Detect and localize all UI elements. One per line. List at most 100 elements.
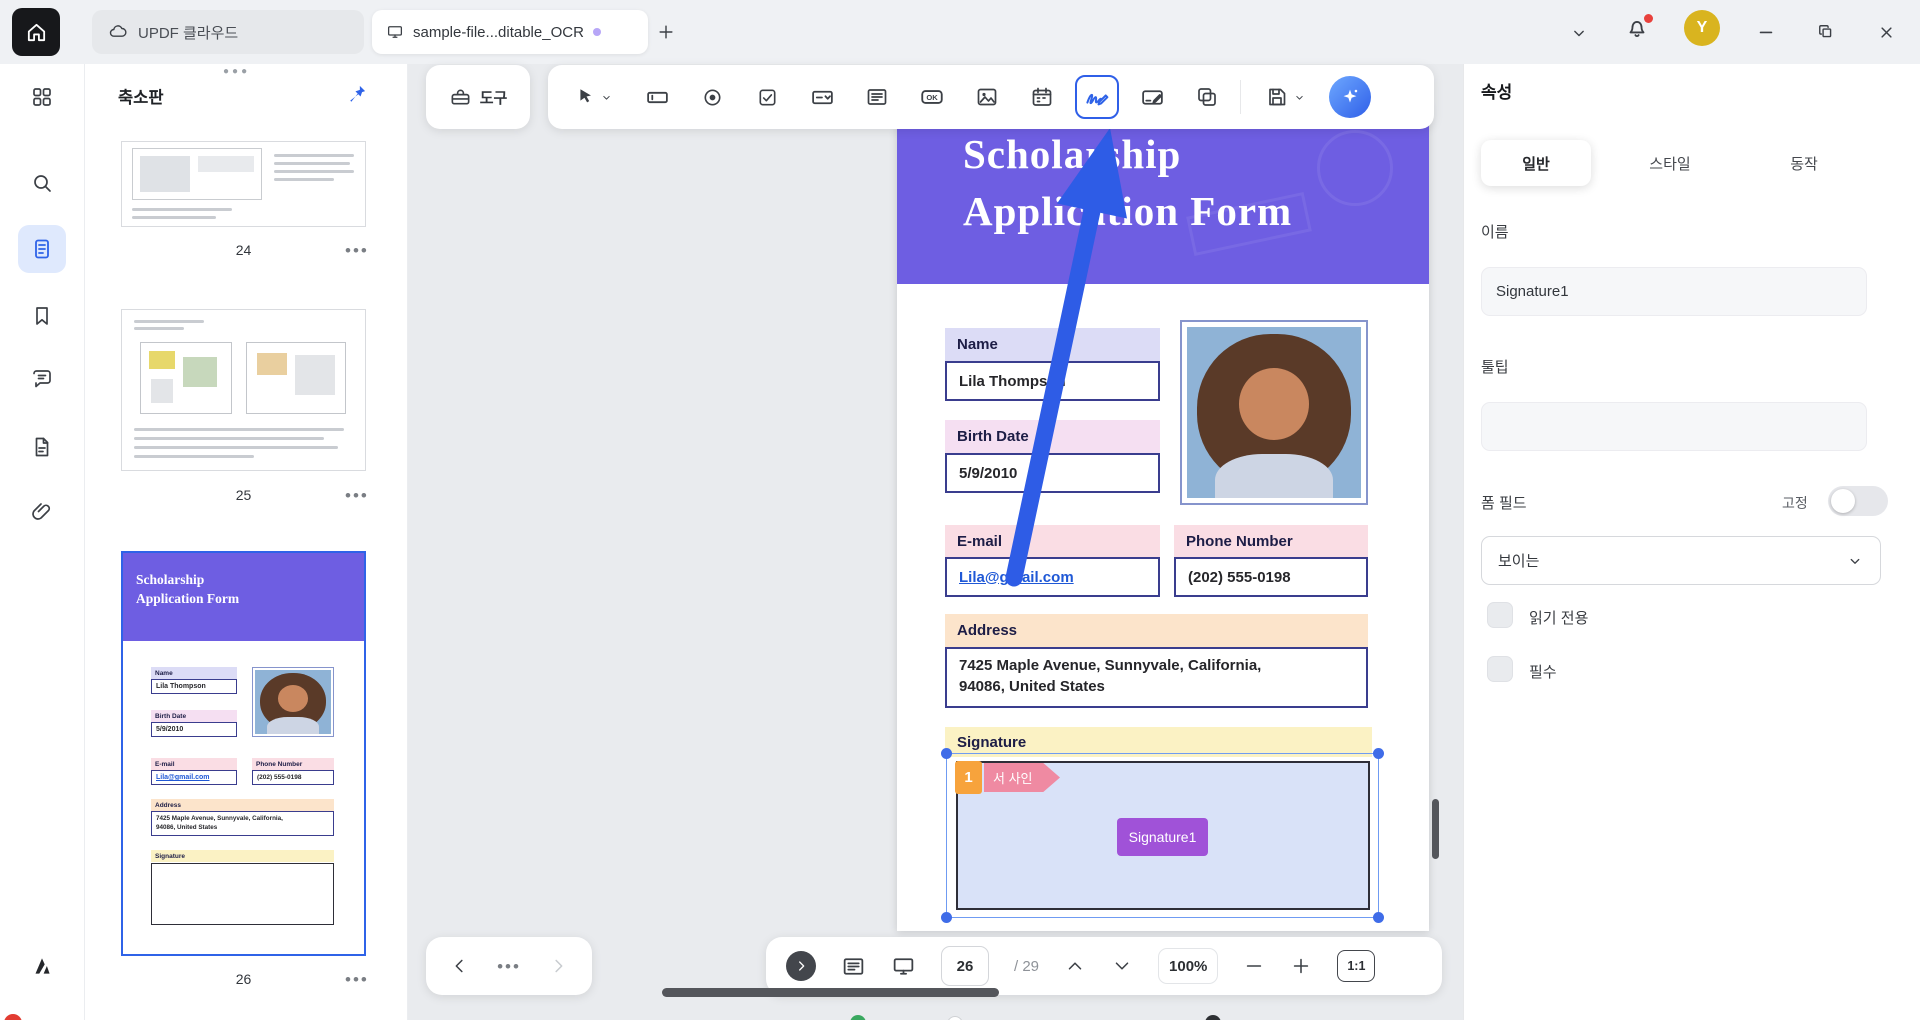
thumbnail-image-selected[interactable]: Scholarship Application Form Name Lila T… — [121, 551, 366, 956]
thumbnail-page-number: 25 — [235, 487, 252, 503]
checkbox-tool[interactable] — [745, 75, 789, 119]
thumbnail-image[interactable] — [121, 309, 366, 471]
field-name-input[interactable] — [1481, 267, 1867, 316]
resize-handle-ne[interactable] — [1373, 748, 1384, 759]
tab-document[interactable]: sample-file...ditable_OCR — [372, 10, 648, 54]
resize-handle-nw[interactable] — [941, 748, 952, 759]
vertical-scrollbar[interactable] — [1432, 799, 1439, 859]
fixed-toggle[interactable] — [1828, 486, 1888, 516]
required-checkbox[interactable] — [1487, 656, 1513, 682]
combo-box-tool[interactable] — [800, 75, 844, 119]
tab-general[interactable]: 일반 — [1481, 140, 1591, 186]
expand-pager-button[interactable] — [786, 951, 816, 981]
tab-cloud[interactable]: UPDF 클라우드 — [92, 10, 364, 54]
horizontal-scrollbar[interactable] — [662, 988, 999, 997]
home-button[interactable] — [12, 8, 60, 56]
app-logo-icon — [35, 958, 50, 974]
text-field-icon — [646, 91, 668, 103]
name-field[interactable]: Lila Thompson — [945, 361, 1160, 401]
sign-document-tool[interactable] — [1130, 75, 1174, 119]
push-button-tool[interactable]: OK — [910, 75, 954, 119]
rail-thumbnails-button[interactable] — [18, 225, 66, 273]
tabs-overflow-button[interactable] — [1566, 20, 1592, 46]
save-tool[interactable] — [1252, 75, 1318, 119]
ai-assistant-button[interactable] — [1329, 76, 1371, 118]
checkbox-icon — [758, 88, 776, 106]
zoom-level[interactable]: 100% — [1158, 948, 1219, 984]
thumbnail-menu-button[interactable]: ••• — [345, 487, 369, 504]
tab-document-label: sample-file...ditable_OCR — [413, 23, 584, 41]
date-field-tool[interactable] — [1020, 75, 1064, 119]
rail-document-button[interactable] — [18, 423, 66, 471]
minimize-button[interactable] — [1750, 16, 1782, 48]
rail-search-button[interactable] — [18, 159, 66, 207]
previous-page-button[interactable] — [1064, 955, 1086, 977]
forward-icon[interactable] — [547, 955, 569, 977]
rail-comments-button[interactable] — [18, 355, 66, 403]
visibility-value: 보이는 — [1498, 553, 1540, 570]
visibility-dropdown[interactable]: 보이는 — [1481, 536, 1881, 585]
titlebar: UPDF 클라우드 sample-file...ditable_OCR Y — [0, 0, 1920, 64]
thumbnail-menu-button[interactable]: ••• — [345, 242, 369, 259]
resize-handle-sw[interactable] — [941, 912, 952, 923]
presentation-mode-button[interactable] — [891, 954, 916, 979]
avatar[interactable]: Y — [1684, 10, 1720, 46]
name-label: Name — [945, 328, 1160, 361]
actual-size-button[interactable]: 1:1 — [1337, 950, 1376, 982]
resize-handle-se[interactable] — [1373, 912, 1384, 923]
toolbar-divider — [1240, 80, 1241, 114]
readonly-checkbox[interactable] — [1487, 602, 1513, 628]
properties-title: 속성 — [1481, 83, 1513, 102]
field-tooltip-input[interactable] — [1481, 402, 1867, 451]
mini-photo — [252, 667, 334, 737]
next-page-button[interactable] — [1111, 955, 1133, 977]
radio-button-tool[interactable] — [690, 75, 734, 119]
email-field[interactable]: Lila@gmail.com — [945, 557, 1160, 597]
text-field-tool[interactable] — [635, 75, 679, 119]
back-icon[interactable] — [449, 955, 471, 977]
restore-button[interactable] — [1810, 16, 1842, 48]
tab-action[interactable]: 동작 — [1749, 140, 1859, 186]
zoom-in-button[interactable] — [1290, 955, 1312, 977]
thumbnail-menu-button[interactable]: ••• — [345, 971, 369, 988]
address-field[interactable]: 7425 Maple Avenue, Sunnyvale, California… — [945, 647, 1368, 708]
new-tab-button[interactable] — [654, 20, 678, 44]
phone-field[interactable]: (202) 555-0198 — [1174, 557, 1368, 597]
thumbnail-image[interactable] — [121, 141, 366, 227]
close-button[interactable] — [1870, 16, 1902, 48]
form-field-list-button[interactable] — [841, 954, 866, 979]
cursor-icon — [579, 89, 591, 103]
notifications-button[interactable] — [1624, 14, 1654, 44]
tab-style[interactable]: 스타일 — [1615, 140, 1725, 186]
pin-panel-button[interactable] — [340, 78, 372, 110]
select-tool[interactable] — [562, 75, 624, 119]
push-button-icon: OK — [921, 90, 943, 104]
notification-dot — [1644, 14, 1653, 23]
rail-apps-button[interactable] — [18, 73, 66, 121]
rail-attachments-button[interactable] — [18, 488, 66, 536]
page-number-input[interactable]: 26 — [941, 946, 989, 986]
rail-bookmarks-button[interactable] — [18, 292, 66, 340]
signature-field-tool[interactable] — [1075, 75, 1119, 119]
applicant-photo — [1180, 320, 1368, 505]
image-field-tool[interactable] — [965, 75, 1009, 119]
mini-email-value: Lila@gmail.com — [151, 770, 237, 785]
mini-email-label: E-mail — [151, 758, 237, 770]
paperclip-icon — [32, 503, 51, 520]
monitor-icon — [387, 26, 403, 38]
rail-app-logo-button[interactable] — [18, 942, 66, 990]
toggle-knob — [1831, 489, 1855, 513]
ai-sparkle-icon — [1343, 89, 1358, 103]
list-box-icon — [867, 89, 887, 105]
more-pages-button[interactable]: ••• — [497, 958, 521, 975]
zoom-out-button[interactable] — [1243, 955, 1265, 977]
tools-menu-button[interactable]: 도구 — [426, 65, 530, 129]
panel-drag-handle[interactable]: ●●● — [223, 66, 250, 77]
birth-date-field[interactable]: 5/9/2010 — [945, 453, 1160, 493]
mini-title-line2: Application Form — [136, 591, 240, 606]
copy-fields-tool[interactable] — [1185, 75, 1229, 119]
chevron-down-icon — [1850, 558, 1860, 564]
field-tooltip-label: 툴팁 — [1481, 359, 1509, 376]
apps-grid-icon — [33, 88, 51, 106]
list-box-tool[interactable] — [855, 75, 899, 119]
